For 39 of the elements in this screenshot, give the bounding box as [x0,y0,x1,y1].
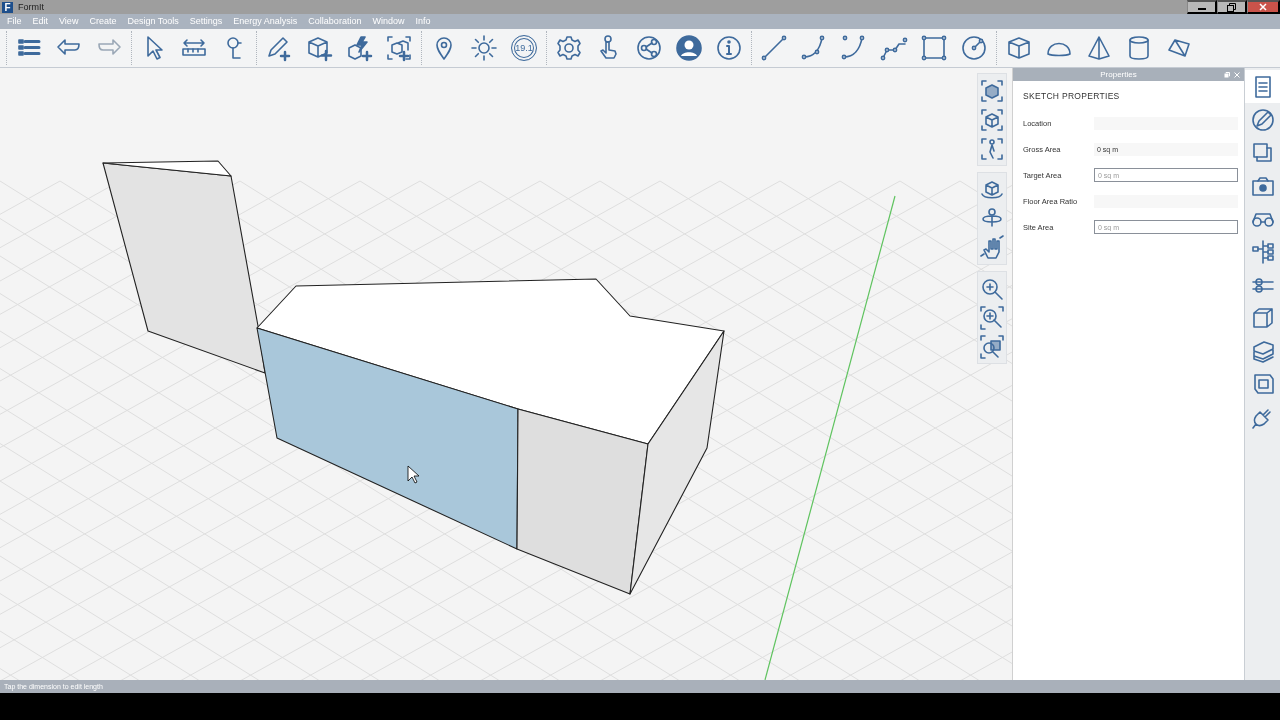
panel-title: Properties [1099,70,1138,79]
app-logo: F [2,1,13,13]
restore-button[interactable] [1217,0,1247,14]
share-icon[interactable] [635,34,663,62]
section-heading: SKETCH PROPERTIES [1023,91,1121,101]
restore-icon [1227,2,1236,12]
user-icon[interactable] [675,34,703,62]
menu-item[interactable]: Create [84,14,123,29]
menu-item[interactable]: File [2,14,28,29]
rectangle-icon[interactable] [920,34,948,62]
version-button[interactable]: 19.1 [511,35,537,61]
cube-bolt-icon[interactable] [345,34,373,62]
info-icon[interactable] [715,34,743,62]
cubes-select-icon[interactable] [385,34,413,62]
minimize-button[interactable] [1187,0,1217,14]
menu-item[interactable]: Collaboration [303,14,368,29]
line-icon[interactable] [760,34,788,62]
close-icon [1259,3,1267,11]
zoom-selection-icon[interactable] [978,332,1006,361]
menu-item[interactable]: Settings [184,14,229,29]
pyramid-icon[interactable] [1085,34,1113,62]
menu-item[interactable]: Info [410,14,437,29]
settings-icon[interactable] [555,34,583,62]
window-title: FormIt [18,2,45,12]
sun-icon[interactable] [470,34,498,62]
pan-icon[interactable] [978,233,1006,262]
menu-item[interactable]: Window [367,14,411,29]
zoom-window-icon[interactable] [978,303,1006,332]
menu-item[interactable]: Energy Analysis [228,14,304,29]
cube-icon[interactable] [1005,34,1033,62]
circle-icon[interactable] [960,34,988,62]
menu-item[interactable]: Design Tools [122,14,185,29]
cube-add-icon[interactable] [305,34,333,62]
cursor-icon [407,465,420,484]
menu-item[interactable]: Edit [27,14,55,29]
close-button[interactable] [1247,0,1280,14]
menu-item[interactable]: View [54,14,85,29]
properties-tab[interactable] [1245,70,1280,103]
pencil-add-icon[interactable] [265,34,293,62]
